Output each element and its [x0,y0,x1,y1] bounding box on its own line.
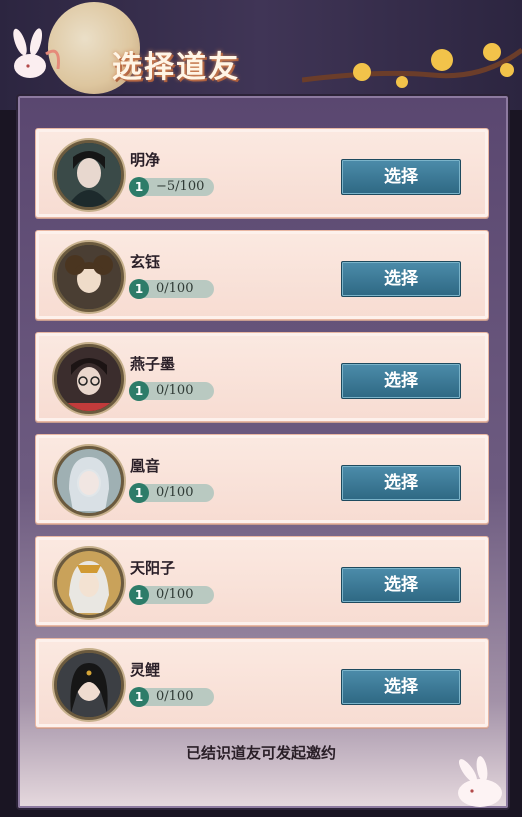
avatar [54,242,124,312]
avatar [54,140,124,210]
level-badge: 1 [129,279,149,299]
level-badge: 1 [129,483,149,503]
avatar [54,344,124,414]
friend-card: 燕子墨 1 0/100 选择 [35,332,489,422]
friendship-progress: 0/100 [156,689,194,704]
friend-name: 凰音 [130,457,161,475]
level-badge: 1 [129,585,149,605]
friend-list: 明净 1 −5/100 选择 玄钰 1 0/100 选择 燕子墨 1 0/100… [35,128,489,740]
level-badge: 1 [129,687,149,707]
avatar [54,650,124,720]
friendship-bar: 1 0/100 [129,279,214,299]
friendship-progress: −5/100 [156,179,205,194]
friend-card: 凰音 1 0/100 选择 [35,434,489,524]
friendship-progress: 0/100 [156,281,194,296]
friendship-bar: 1 −5/100 [129,177,214,197]
select-button[interactable]: 选择 [341,159,461,195]
select-button[interactable]: 选择 [341,363,461,399]
friendship-progress: 0/100 [156,383,194,398]
avatar [54,548,124,618]
friend-name: 玄钰 [130,253,161,271]
select-button[interactable]: 选择 [341,465,461,501]
level-badge: 1 [129,177,149,197]
friendship-progress: 0/100 [156,485,194,500]
rabbit-icon [13,28,60,78]
rabbit-icon [458,756,502,807]
friend-name: 灵鲤 [130,661,161,679]
friend-card: 明净 1 −5/100 选择 [35,128,489,218]
avatar [54,446,124,516]
friend-card: 天阳子 1 0/100 选择 [35,536,489,626]
friend-card: 玄钰 1 0/100 选择 [35,230,489,320]
friend-card: 灵鲤 1 0/100 选择 [35,638,489,728]
select-button[interactable]: 选择 [341,669,461,705]
select-button[interactable]: 选择 [341,567,461,603]
friendship-progress: 0/100 [156,587,194,602]
page-title: 选择道友 [112,50,240,85]
level-badge: 1 [129,381,149,401]
flower-branch-icon [302,43,522,88]
friendship-bar: 1 0/100 [129,585,214,605]
friend-name: 燕子墨 [130,355,176,373]
friendship-bar: 1 0/100 [129,687,214,707]
footer-note: 已结识道友可发起邀约 [185,744,336,762]
friend-name: 天阳子 [130,559,176,577]
select-button[interactable]: 选择 [341,261,461,297]
friendship-bar: 1 0/100 [129,483,214,503]
friend-name: 明净 [130,151,161,169]
friendship-bar: 1 0/100 [129,381,214,401]
